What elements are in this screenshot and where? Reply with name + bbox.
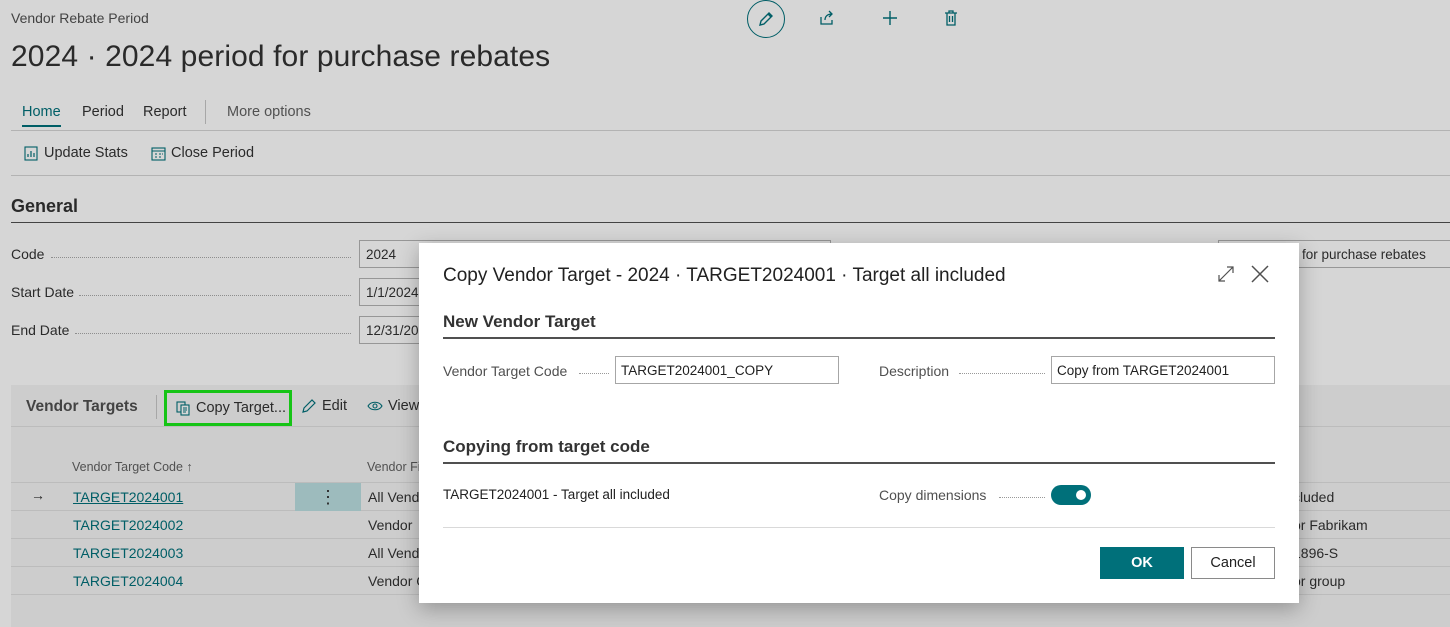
copy-vendor-target-dialog: Copy Vendor Target - 2024 · TARGET202400…	[419, 243, 1299, 603]
expand-icon	[1218, 266, 1234, 282]
copy-dimensions-toggle[interactable]	[1051, 485, 1091, 505]
ok-button[interactable]: OK	[1100, 547, 1184, 579]
copying-from-value: TARGET2024001 - Target all included	[443, 487, 670, 502]
description-label: Description	[879, 363, 950, 379]
footer-divider	[443, 527, 1275, 528]
expand-button[interactable]	[1216, 264, 1236, 284]
close-button[interactable]	[1249, 263, 1271, 285]
dialog-title: Copy Vendor Target - 2024 · TARGET202400…	[443, 265, 1006, 286]
cancel-button[interactable]: Cancel	[1191, 547, 1275, 579]
copy-dimensions-label: Copy dimensions	[879, 487, 987, 503]
field-leader	[999, 497, 1045, 498]
field-leader	[959, 373, 1045, 374]
new-vendor-target-heading: New Vendor Target	[443, 312, 1275, 339]
vendor-target-code-label: Vendor Target Code	[443, 363, 568, 379]
field-leader	[579, 373, 609, 374]
copying-from-heading: Copying from target code	[443, 437, 1275, 464]
description-input[interactable]: Copy from TARGET2024001	[1051, 356, 1275, 384]
vendor-target-code-input[interactable]: TARGET2024001_COPY	[615, 356, 839, 384]
close-icon	[1251, 265, 1269, 283]
